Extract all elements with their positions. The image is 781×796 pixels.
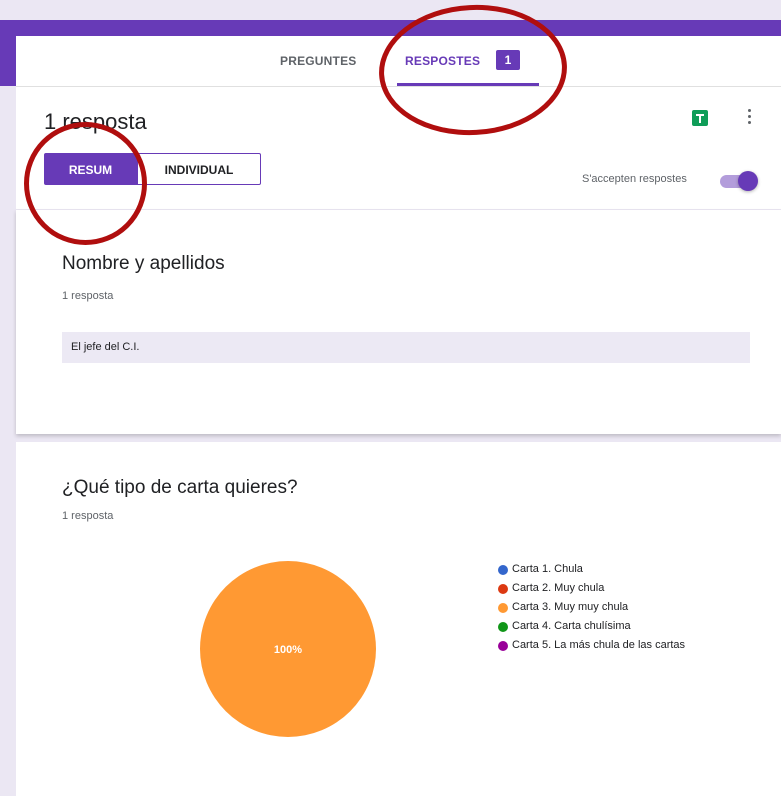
view-summary-button[interactable]: RESUM xyxy=(44,153,137,185)
accepting-responses-label: S'accepten respostes xyxy=(582,173,687,185)
question-card-card-type: ¿Qué tipo de carta quieres? 1 resposta 1… xyxy=(16,442,781,796)
legend-color-dot xyxy=(498,584,508,594)
legend-label: Carta 1. Chula xyxy=(512,563,583,575)
pie-chart: 100% xyxy=(200,561,376,737)
responses-count-badge: 1 xyxy=(496,50,520,70)
more-vert-icon[interactable] xyxy=(746,107,752,127)
pie-slice-label: 100% xyxy=(274,644,302,656)
text-answer: El jefe del C.I. xyxy=(62,332,750,363)
view-individual-button[interactable]: INDIVIDUAL xyxy=(137,153,261,185)
legend-color-dot xyxy=(498,641,508,651)
legend-label: Carta 4. Carta chulísima xyxy=(512,620,631,632)
tab-preguntes[interactable]: PREGUNTES xyxy=(280,54,356,68)
tab-respostes[interactable]: RESPOSTES xyxy=(405,54,480,68)
toggle-thumb xyxy=(738,171,758,191)
sheets-icon[interactable] xyxy=(692,110,708,126)
question-title: Nombre y apellidos xyxy=(62,253,225,274)
legend-color-dot xyxy=(498,622,508,632)
legend-color-dot xyxy=(498,565,508,575)
legend-label: Carta 3. Muy muy chula xyxy=(512,601,629,613)
accepting-responses-toggle[interactable] xyxy=(718,171,758,191)
legend-label: Carta 2. Muy chula xyxy=(512,582,605,594)
responses-count-title: 1 resposta xyxy=(44,109,147,134)
question-card-name: Nombre y apellidos 1 resposta El jefe de… xyxy=(16,210,781,434)
legend-color-dot xyxy=(498,603,508,613)
question-response-count: 1 resposta xyxy=(62,290,114,302)
tabs-bar: PREGUNTES RESPOSTES 1 xyxy=(16,36,781,87)
summary-header: 1 resposta RESUM INDIVIDUAL S'accepten r… xyxy=(16,87,781,209)
active-tab-indicator xyxy=(397,83,539,86)
legend-label: Carta 5. La más chula de las cartas xyxy=(512,639,686,651)
